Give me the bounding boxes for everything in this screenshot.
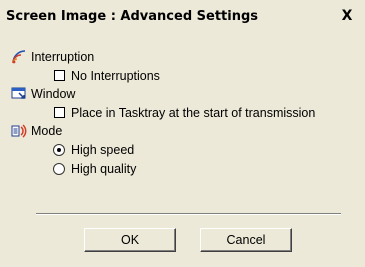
separator-highlight	[36, 214, 341, 215]
interruption-section-header: Interruption	[11, 49, 351, 65]
interruption-label: Interruption	[31, 50, 95, 64]
ok-button[interactable]: OK	[84, 228, 176, 252]
window-title: Screen Image : Advanced Settings	[6, 9, 259, 24]
high-speed-option[interactable]: High speed	[53, 142, 253, 158]
no-interruptions-checkbox[interactable]	[54, 70, 65, 81]
title-bar: Screen Image : Advanced Settings X	[0, 0, 365, 34]
high-speed-radio[interactable]	[53, 144, 65, 156]
window-section-header: Window	[11, 86, 351, 102]
no-interruptions-label: No Interruptions	[71, 69, 160, 83]
mode-icon	[11, 123, 27, 139]
interruption-icon	[11, 49, 27, 65]
cancel-button[interactable]: Cancel	[200, 228, 292, 252]
mode-label: Mode	[31, 124, 63, 138]
tasktray-checkbox[interactable]	[54, 107, 65, 118]
high-speed-label: High speed	[71, 143, 135, 157]
window-icon	[11, 86, 27, 102]
no-interruptions-option[interactable]: No Interruptions	[54, 68, 354, 84]
mode-section-header: Mode	[11, 123, 351, 139]
high-quality-label: High quality	[71, 162, 137, 176]
close-button[interactable]: X	[340, 9, 354, 23]
advanced-settings-dialog: Screen Image : Advanced Settings X Inter…	[0, 0, 365, 267]
window-label: Window	[31, 87, 76, 101]
high-quality-radio[interactable]	[53, 163, 65, 175]
tasktray-label: Place in Tasktray at the start of transm…	[71, 106, 316, 120]
tasktray-option[interactable]: Place in Tasktray at the start of transm…	[54, 105, 359, 121]
high-quality-option[interactable]: High quality	[53, 161, 253, 177]
